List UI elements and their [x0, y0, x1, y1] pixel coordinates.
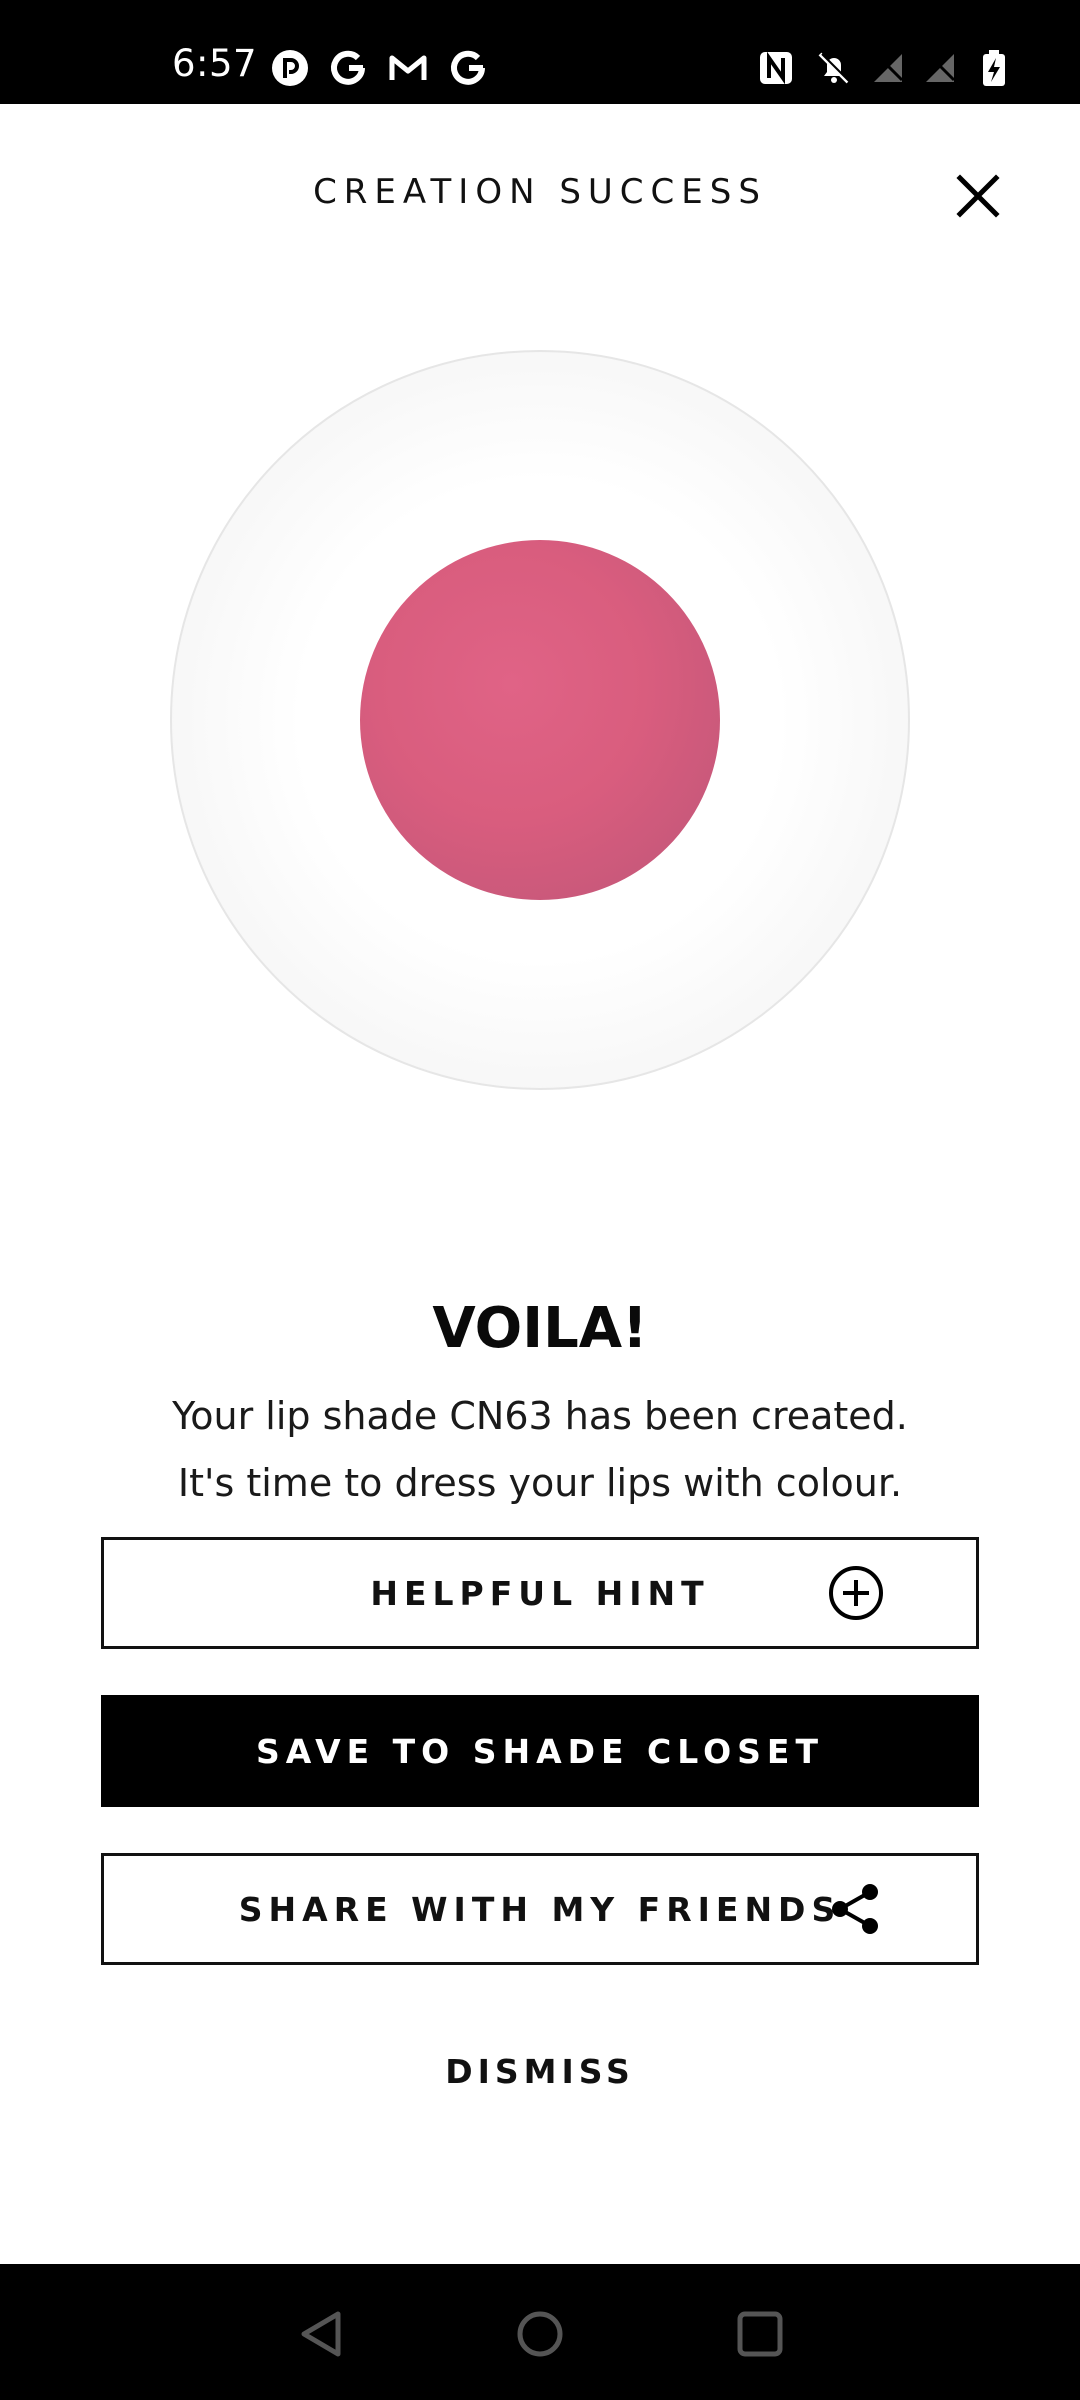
nfc-icon [756, 48, 796, 88]
status-time: 6:57 [172, 42, 258, 85]
share-icon [832, 1884, 878, 1934]
no-signal-icon [868, 48, 908, 88]
google-icon [328, 48, 368, 88]
recents-button[interactable] [732, 2306, 788, 2362]
pocket-casts-icon [270, 48, 310, 88]
screen: 6:57 CREATION SUCCESS VOILA! Your lip sh… [0, 0, 1080, 2400]
dismiss-button[interactable]: DISMISS [0, 2052, 1080, 2091]
success-message-line2: It's time to dress your lips with colour… [177, 1461, 903, 1505]
no-signal-icon [920, 48, 960, 88]
gmail-icon [388, 48, 428, 88]
recents-icon [737, 2311, 783, 2357]
success-heading: VOILA! [432, 1296, 648, 1361]
shade-swatch [360, 540, 720, 900]
close-icon [956, 174, 1000, 218]
battery-charging-icon [974, 48, 1014, 88]
helpful-hint-label: HELPFUL HINT [370, 1573, 710, 1613]
success-message-line1: Your lip shade CN63 has been created. [172, 1394, 908, 1438]
helpful-hint-button[interactable]: HELPFUL HINT [101, 1537, 979, 1649]
share-with-friends-label: SHARE WITH MY FRIENDS [238, 1889, 842, 1929]
home-icon [517, 2311, 563, 2357]
share-with-friends-button[interactable]: SHARE WITH MY FRIENDS [101, 1853, 979, 1965]
save-to-shade-closet-button[interactable]: SAVE TO SHADE CLOSET [101, 1695, 979, 1807]
back-icon [301, 2311, 341, 2357]
save-to-shade-closet-label: SAVE TO SHADE CLOSET [256, 1731, 824, 1771]
google-icon [448, 48, 488, 88]
page-title: CREATION SUCCESS [313, 172, 767, 212]
close-button[interactable] [950, 168, 1006, 224]
navigation-bar [0, 2264, 1080, 2400]
plus-circle-icon [829, 1566, 883, 1620]
home-button[interactable] [512, 2306, 568, 2362]
status-bar: 6:57 [0, 0, 1080, 104]
bell-off-icon [814, 48, 854, 88]
back-button[interactable] [294, 2306, 350, 2362]
